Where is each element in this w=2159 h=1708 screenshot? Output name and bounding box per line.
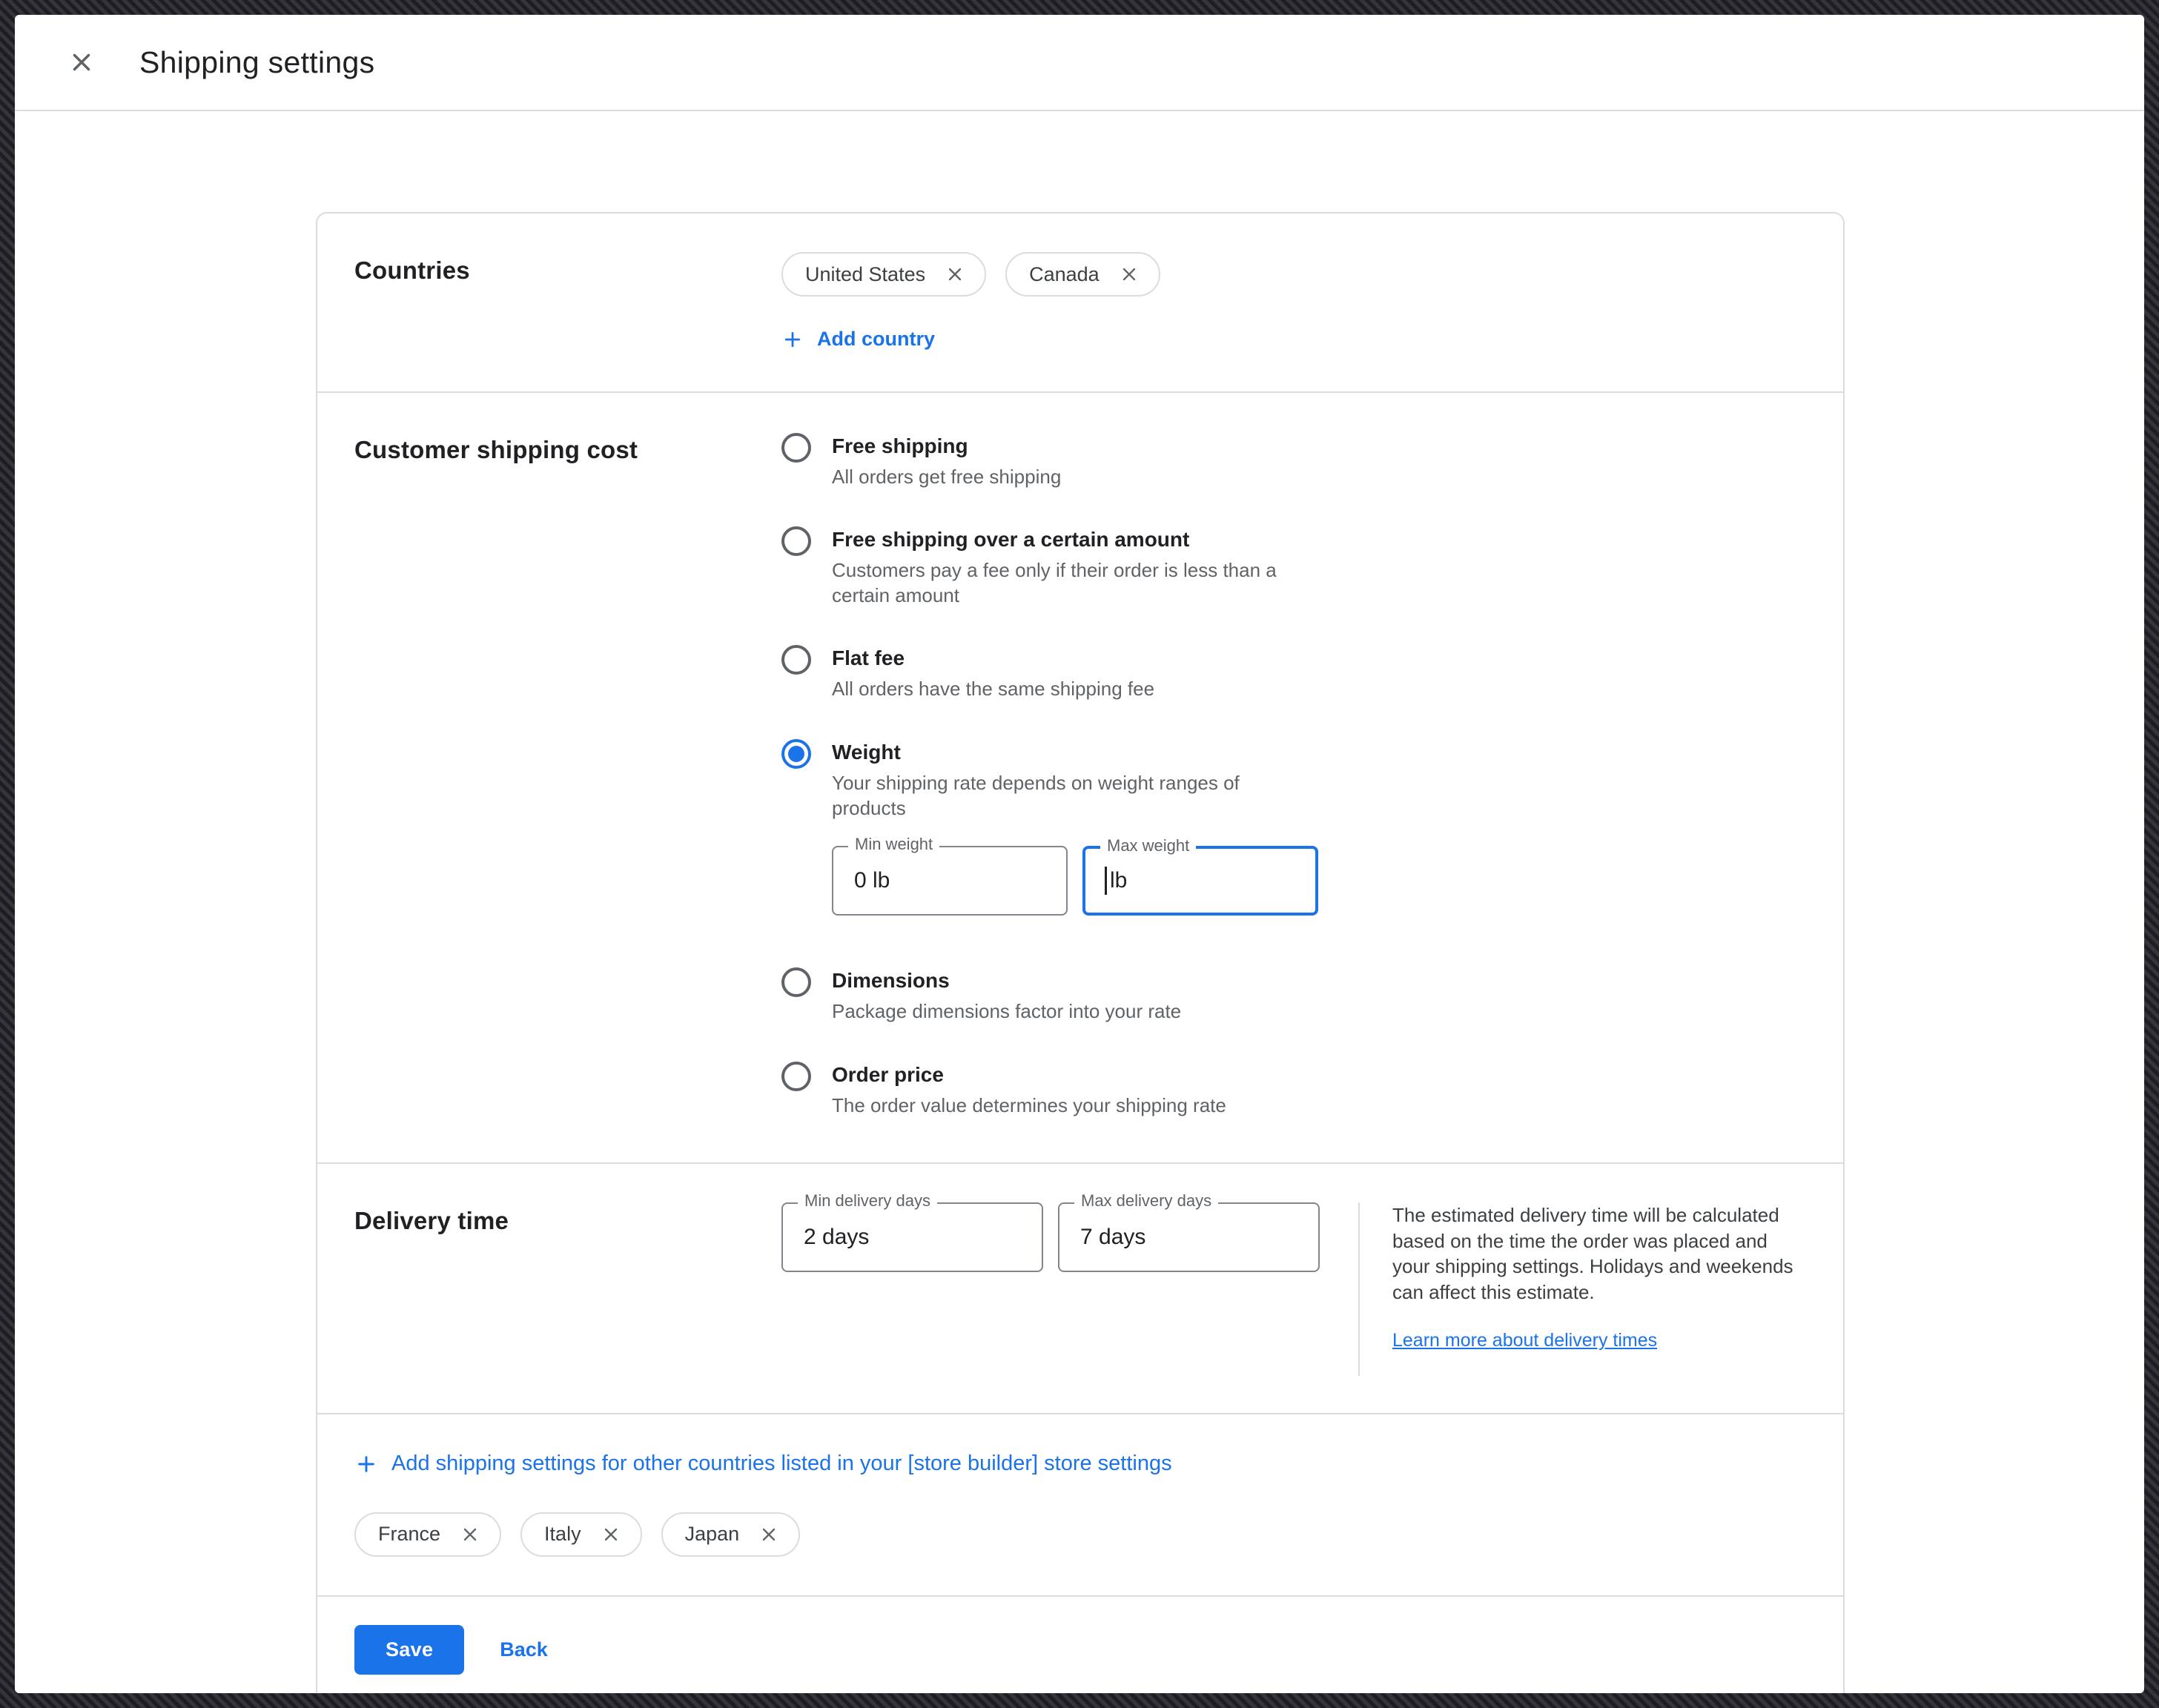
add-country-label: Add country bbox=[817, 328, 935, 351]
radio-button-icon[interactable] bbox=[781, 645, 811, 675]
min-delivery-days-value: 2 days bbox=[804, 1225, 869, 1250]
shipping-settings-dialog: Shipping settings Countries United State… bbox=[15, 15, 2144, 1693]
max-delivery-days-label: Max delivery days bbox=[1074, 1191, 1218, 1211]
weight-fields-row: Min weight 0 lb Max weight lb bbox=[832, 846, 1318, 916]
country-chip-japan[interactable]: Japan bbox=[661, 1512, 801, 1557]
country-chip-france[interactable]: France bbox=[354, 1512, 501, 1557]
shipping-cost-label: Customer shipping cost bbox=[354, 431, 781, 1126]
option-description: The order value determines your shipping… bbox=[832, 1093, 1226, 1118]
chip-label: France bbox=[378, 1523, 440, 1546]
country-chip-canada[interactable]: Canada bbox=[1005, 252, 1160, 297]
remove-country-icon[interactable] bbox=[945, 264, 965, 285]
max-delivery-days-value: 7 days bbox=[1080, 1225, 1145, 1250]
vertical-divider bbox=[1358, 1202, 1360, 1376]
min-weight-field-value: 0 lb bbox=[854, 868, 890, 893]
max-weight-field-value: lb bbox=[1110, 868, 1127, 893]
option-title: Free shipping over a certain amount bbox=[832, 525, 1314, 555]
save-button[interactable]: Save bbox=[354, 1625, 464, 1675]
option-title: Weight bbox=[832, 738, 1318, 767]
dialog-header: Shipping settings bbox=[15, 15, 2144, 111]
option-description: All orders get free shipping bbox=[832, 464, 1061, 489]
option-title: Flat fee bbox=[832, 643, 1154, 673]
option-description: Your shipping rate depends on weight ran… bbox=[832, 770, 1314, 821]
min-delivery-days-field[interactable]: Min delivery days 2 days bbox=[781, 1202, 1043, 1272]
chip-label: Italy bbox=[544, 1523, 581, 1546]
delivery-time-label: Delivery time bbox=[354, 1202, 781, 1376]
option-description: Customers pay a fee only if their order … bbox=[832, 557, 1314, 609]
plus-icon bbox=[781, 328, 804, 351]
radio-option-free-shipping[interactable]: Free shipping All orders get free shippi… bbox=[781, 431, 1806, 489]
chip-label: United States bbox=[805, 263, 925, 286]
page-title: Shipping settings bbox=[139, 45, 374, 80]
remove-country-icon[interactable] bbox=[601, 1524, 621, 1545]
add-country-button[interactable]: Add country bbox=[781, 328, 935, 351]
screenshot-frame: Shipping settings Countries United State… bbox=[0, 0, 2159, 1708]
shipping-cost-section: Customer shipping cost Free shipping All… bbox=[317, 393, 1843, 1165]
chip-label: Japan bbox=[685, 1523, 740, 1546]
remove-country-icon[interactable] bbox=[1119, 264, 1140, 285]
delivery-time-note: The estimated delivery time will be calc… bbox=[1392, 1202, 1797, 1305]
max-weight-field-label: Max weight bbox=[1100, 836, 1196, 855]
min-weight-field[interactable]: Min weight 0 lb bbox=[832, 846, 1068, 916]
option-description: All orders have the same shipping fee bbox=[832, 676, 1154, 701]
max-weight-field[interactable]: Max weight lb bbox=[1082, 846, 1318, 916]
min-delivery-days-label: Min delivery days bbox=[798, 1191, 937, 1211]
radio-button-icon[interactable] bbox=[781, 526, 811, 556]
close-icon bbox=[67, 48, 96, 76]
add-shipping-settings-button[interactable]: Add shipping settings for other countrie… bbox=[354, 1452, 1172, 1476]
remove-country-icon[interactable] bbox=[460, 1524, 480, 1545]
option-title: Free shipping bbox=[832, 431, 1061, 461]
min-weight-field-label: Min weight bbox=[848, 835, 939, 854]
radio-button-icon[interactable] bbox=[781, 739, 811, 769]
radio-button-icon[interactable] bbox=[781, 1062, 811, 1091]
settings-card: Countries United States Canada bbox=[316, 212, 1845, 1693]
option-description: Package dimensions factor into your rate bbox=[832, 999, 1181, 1024]
chip-label: Canada bbox=[1029, 263, 1100, 286]
dialog-footer: Save Back bbox=[317, 1597, 1843, 1694]
radio-button-icon[interactable] bbox=[781, 433, 811, 463]
countries-label: Countries bbox=[354, 252, 781, 354]
plus-icon bbox=[354, 1452, 378, 1476]
delivery-time-section: Delivery time Min delivery days 2 days M… bbox=[317, 1164, 1843, 1414]
delivery-times-learn-more-link[interactable]: Learn more about delivery times bbox=[1392, 1330, 1657, 1351]
radio-option-order-price[interactable]: Order price The order value determines y… bbox=[781, 1060, 1806, 1118]
close-button[interactable] bbox=[59, 40, 104, 85]
country-chip-italy[interactable]: Italy bbox=[520, 1512, 642, 1557]
radio-option-free-over-amount[interactable]: Free shipping over a certain amount Cust… bbox=[781, 525, 1806, 609]
other-countries-chip-row: France Italy Japan bbox=[354, 1512, 1806, 1557]
max-delivery-days-field[interactable]: Max delivery days 7 days bbox=[1058, 1202, 1320, 1272]
radio-button-icon[interactable] bbox=[781, 967, 811, 997]
countries-chip-row: United States Canada bbox=[781, 252, 1806, 297]
radio-option-flat-fee[interactable]: Flat fee All orders have the same shippi… bbox=[781, 643, 1806, 701]
country-chip-united-states[interactable]: United States bbox=[781, 252, 986, 297]
other-countries-section: Add shipping settings for other countrie… bbox=[317, 1414, 1843, 1597]
radio-option-dimensions[interactable]: Dimensions Package dimensions factor int… bbox=[781, 966, 1806, 1024]
delivery-fields-row: Min delivery days 2 days Max delivery da… bbox=[781, 1202, 1320, 1272]
back-button[interactable]: Back bbox=[500, 1638, 548, 1661]
option-title: Dimensions bbox=[832, 966, 1181, 996]
add-shipping-settings-label: Add shipping settings for other countrie… bbox=[391, 1452, 1172, 1476]
radio-option-weight[interactable]: Weight Your shipping rate depends on wei… bbox=[781, 738, 1806, 931]
countries-section: Countries United States Canada bbox=[317, 214, 1843, 393]
option-title: Order price bbox=[832, 1060, 1226, 1090]
remove-country-icon[interactable] bbox=[758, 1524, 779, 1545]
text-cursor bbox=[1105, 867, 1107, 895]
